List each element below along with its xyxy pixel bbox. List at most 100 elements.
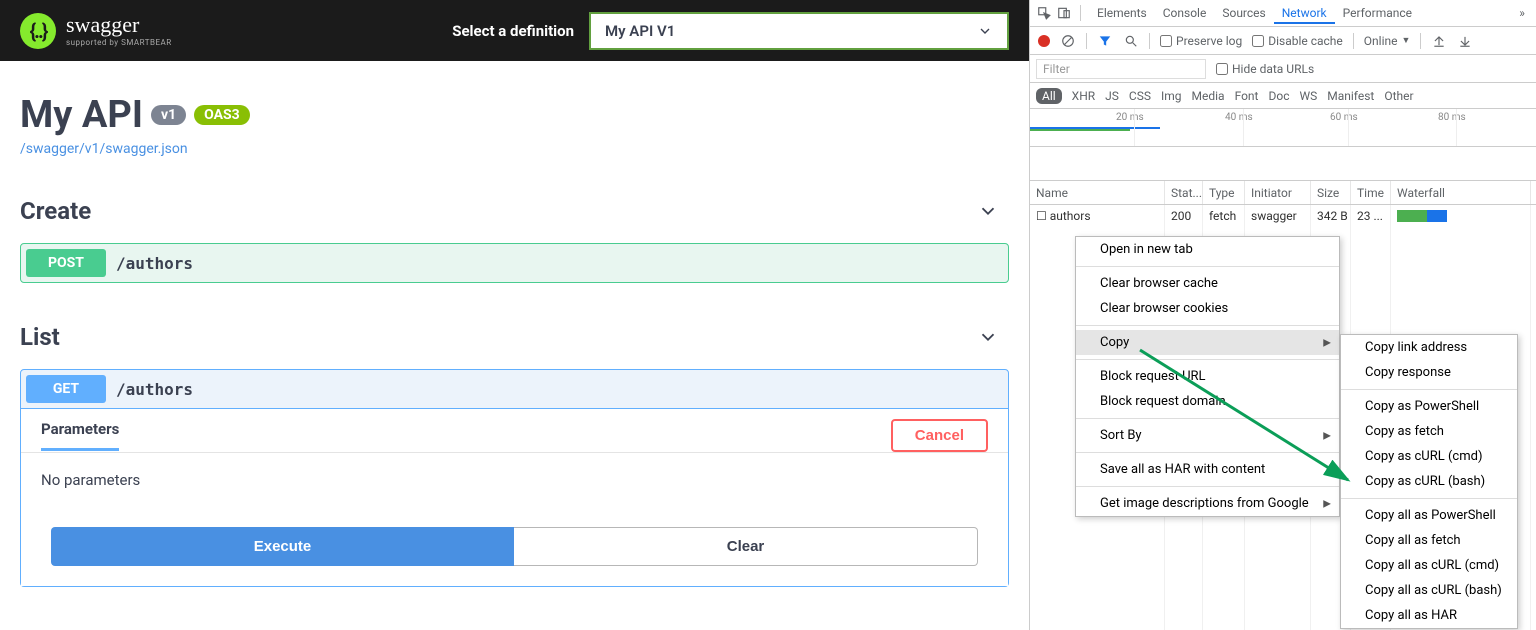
filter-type-js[interactable]: JS (1105, 89, 1119, 103)
devtools-tab-performance[interactable]: Performance (1335, 2, 1420, 24)
tag-list[interactable]: List (20, 315, 1009, 359)
col-waterfall[interactable]: Waterfall (1391, 181, 1531, 204)
version-badge: v1 (151, 105, 186, 125)
ctx-block-request-url[interactable]: Block request URL (1076, 364, 1339, 389)
record-icon[interactable] (1038, 35, 1050, 47)
ctx-save-all-as-har-with-content[interactable]: Save all as HAR with content (1076, 457, 1339, 482)
ctx-copy-all-as-har[interactable]: Copy all as HAR (1341, 603, 1517, 628)
tag-create[interactable]: Create (20, 189, 1009, 233)
cell (1391, 205, 1531, 227)
devtools-tab-sources[interactable]: Sources (1214, 2, 1273, 24)
ctx-clear-browser-cookies[interactable]: Clear browser cookies (1076, 296, 1339, 321)
filter-type-manifest[interactable]: Manifest (1327, 89, 1374, 103)
chevron-down-icon (977, 23, 993, 39)
throttle-select[interactable]: Online ▼ (1364, 34, 1411, 48)
execute-button[interactable]: Execute (51, 527, 514, 566)
copy-submenu: Copy link addressCopy response Copy as Po… (1340, 334, 1518, 629)
swagger-logo: {..} swagger supported by SMARTBEAR (20, 13, 172, 49)
ctx-copy-as-curl-cmd[interactable]: Copy as cURL (cmd) (1341, 444, 1517, 469)
filter-type-media[interactable]: Media (1192, 89, 1225, 103)
ctx-copy-all-as-curl-bash[interactable]: Copy all as cURL (bash) (1341, 578, 1517, 603)
swagger-body: My API v1 OAS3 /swagger/v1/swagger.json … (0, 61, 1029, 587)
cell: swagger (1245, 205, 1311, 227)
parameters-tab[interactable]: Parameters (41, 420, 119, 451)
search-icon[interactable] (1123, 33, 1139, 49)
network-table-header: NameStat...TypeInitiatorSizeTimeWaterfal… (1030, 181, 1536, 205)
filter-type-xhr[interactable]: XHR (1072, 89, 1095, 103)
filter-type-doc[interactable]: Doc (1268, 89, 1289, 103)
clear-log-icon[interactable] (1060, 33, 1076, 49)
swagger-logo-icon: {..} (20, 13, 56, 49)
clear-button[interactable]: Clear (514, 527, 978, 566)
chevron-down-icon (977, 326, 999, 348)
timeline-tick: 20 ms (1116, 112, 1144, 123)
network-row-authors[interactable]: ☐ authors200fetchswagger342 B23 ... (1030, 205, 1536, 227)
cell[interactable]: ☐ authors (1030, 205, 1165, 227)
no-parameters-label: No parameters (21, 452, 1008, 507)
disable-cache-checkbox[interactable]: Disable cache (1252, 34, 1343, 48)
opblock-post-authors[interactable]: POST /authors (20, 243, 1009, 283)
definition-link[interactable]: /swagger/v1/swagger.json (20, 141, 188, 157)
col-name[interactable]: Name (1030, 181, 1165, 204)
ctx-copy-link-address[interactable]: Copy link address (1341, 335, 1517, 360)
filter-type-css[interactable]: CSS (1129, 89, 1151, 103)
filter-types-row: All XHR JS CSS Img Media Font Doc WS Manifest Othe… (1030, 83, 1536, 109)
devtools-tabbar: ElementsConsoleSourcesNetworkPerformance… (1030, 0, 1536, 27)
filter-type-other[interactable]: Other (1384, 89, 1413, 103)
filter-input[interactable]: Filter (1036, 59, 1206, 79)
oas-badge: OAS3 (194, 105, 250, 125)
download-har-icon[interactable] (1457, 33, 1473, 49)
tag-list-label: List (20, 323, 60, 351)
chevron-down-icon (977, 200, 999, 222)
inspect-icon[interactable] (1036, 5, 1052, 21)
devtools-tab-elements[interactable]: Elements (1089, 2, 1155, 24)
col-initiator[interactable]: Initiator (1245, 181, 1311, 204)
filter-icon[interactable] (1097, 33, 1113, 49)
filter-type-img[interactable]: Img (1161, 89, 1182, 103)
network-timeline[interactable]: 20 ms40 ms60 ms80 ms (1030, 109, 1536, 147)
ctx-clear-browser-cache[interactable]: Clear browser cache (1076, 271, 1339, 296)
hide-data-urls-checkbox[interactable]: Hide data URLs (1216, 62, 1314, 76)
swagger-topbar: {..} swagger supported by SMARTBEAR Sele… (0, 0, 1029, 61)
ctx-get-image-descriptions-from-google[interactable]: Get image descriptions from Google▶ (1076, 491, 1339, 516)
col-time[interactable]: Time (1351, 181, 1391, 204)
ctx-copy-response[interactable]: Copy response (1341, 360, 1517, 385)
more-tabs-icon[interactable]: » (1514, 5, 1530, 21)
swagger-logo-subtext: supported by SMARTBEAR (66, 38, 172, 47)
ctx-copy-as-powershell[interactable]: Copy as PowerShell (1341, 394, 1517, 419)
opblock-get-summary[interactable]: GET /authors (21, 370, 1008, 408)
cell: 342 B (1311, 205, 1351, 227)
device-toggle-icon[interactable] (1056, 5, 1072, 21)
upload-har-icon[interactable] (1431, 33, 1447, 49)
filter-type-ws[interactable]: WS (1299, 89, 1317, 103)
definition-select[interactable]: My API V1 (589, 12, 1009, 50)
devtools-pane: ElementsConsoleSourcesNetworkPerformance… (1029, 0, 1536, 630)
col-size[interactable]: Size (1311, 181, 1351, 204)
swagger-logo-text: swagger (66, 14, 172, 36)
ctx-copy-as-fetch[interactable]: Copy as fetch (1341, 419, 1517, 444)
devtools-filterrow: Filter Hide data URLs (1030, 55, 1536, 83)
devtools-controlbar: Preserve log Disable cache Online ▼ (1030, 27, 1536, 55)
col-stat[interactable]: Stat... (1165, 181, 1203, 204)
opblock-get-authors: GET /authors Parameters Cancel No parame… (20, 369, 1009, 587)
cell: 23 ... (1351, 205, 1391, 227)
definition-select-label: Select a definition (452, 22, 574, 40)
devtools-tab-console[interactable]: Console (1155, 2, 1215, 24)
ctx-open-in-new-tab[interactable]: Open in new tab (1076, 237, 1339, 262)
ctx-copy-all-as-curl-cmd[interactable]: Copy all as cURL (cmd) (1341, 553, 1517, 578)
ctx-sort-by[interactable]: Sort By▶ (1076, 423, 1339, 448)
ctx-copy-as-curl-bash[interactable]: Copy as cURL (bash) (1341, 469, 1517, 494)
devtools-tab-network[interactable]: Network (1274, 2, 1335, 24)
timeline-tick: 80 ms (1438, 112, 1466, 123)
ctx-copy[interactable]: Copy▶ (1076, 330, 1339, 355)
col-type[interactable]: Type (1203, 181, 1245, 204)
ctx-copy-all-as-powershell[interactable]: Copy all as PowerShell (1341, 503, 1517, 528)
definition-select-value: My API V1 (605, 22, 675, 40)
ctx-copy-all-as-fetch[interactable]: Copy all as fetch (1341, 528, 1517, 553)
ctx-block-request-domain[interactable]: Block request domain (1076, 389, 1339, 414)
preserve-log-checkbox[interactable]: Preserve log (1160, 34, 1242, 48)
filter-type-all[interactable]: All (1036, 88, 1062, 104)
cancel-button[interactable]: Cancel (891, 419, 988, 452)
filter-type-font[interactable]: Font (1235, 89, 1259, 103)
context-menu: Open in new tab Clear browser cacheClear … (1075, 236, 1340, 517)
